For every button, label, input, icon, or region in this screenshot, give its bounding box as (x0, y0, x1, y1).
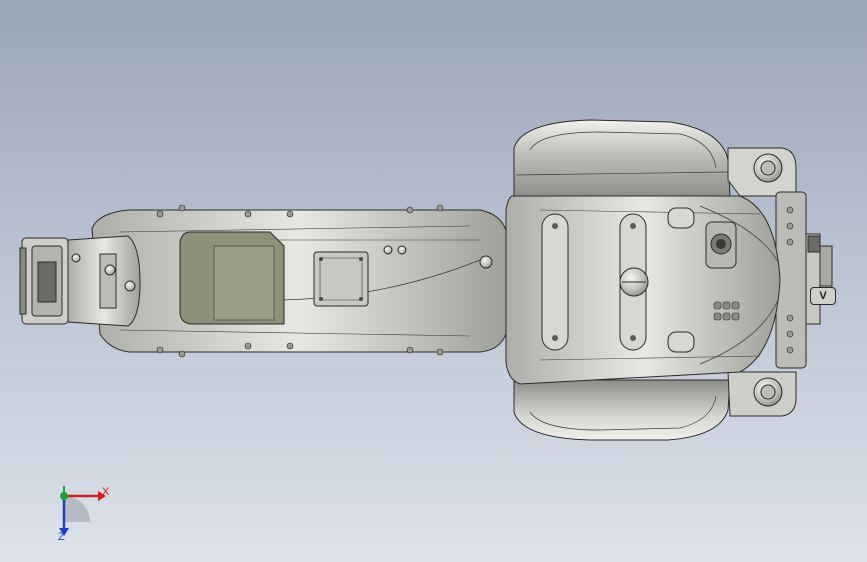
lower-motor-drum (513, 379, 731, 441)
cad-graphics-viewport[interactable]: V X Z (0, 0, 867, 562)
logo-badge-text: V (819, 290, 827, 302)
slot-left (541, 213, 569, 351)
z-axis-label: Z (58, 531, 65, 543)
logo-badge: V (810, 287, 836, 305)
triad-plane (64, 496, 90, 522)
upper-motor-drum (513, 119, 731, 197)
coordinate-triad (59, 486, 106, 536)
robot-arm-model[interactable] (0, 0, 867, 562)
x-axis-label: X (102, 486, 110, 498)
